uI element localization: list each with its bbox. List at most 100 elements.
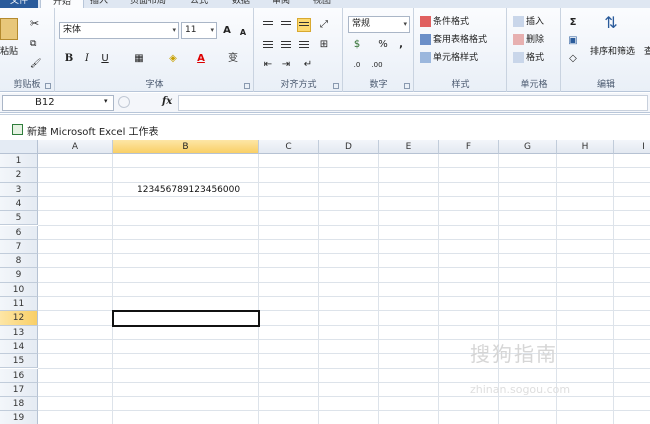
cut-icon[interactable]: ✂ xyxy=(30,16,39,32)
tab-home[interactable]: 开始 xyxy=(40,0,84,8)
column-header-f[interactable]: F xyxy=(439,140,499,154)
row-header-13[interactable]: 13 xyxy=(0,325,38,340)
cell-b3[interactable]: 123456789123456000 xyxy=(137,185,240,195)
align-bottom-icon[interactable] xyxy=(297,18,311,32)
copy-icon[interactable]: ⧉ xyxy=(30,36,36,52)
align-center-icon[interactable] xyxy=(279,38,293,52)
row-header-3[interactable]: 3 xyxy=(0,182,38,197)
decrease-indent-icon[interactable]: ⇤ xyxy=(261,58,275,72)
increase-indent-icon[interactable]: ⇥ xyxy=(279,58,293,72)
align-right-icon[interactable] xyxy=(297,38,311,52)
font-color-icon[interactable]: A xyxy=(194,52,208,66)
formula-bar: B12 ▾ fx xyxy=(0,93,650,113)
row-header-4[interactable]: 4 xyxy=(0,196,38,212)
font-name-select[interactable]: 宋体 ▾ xyxy=(59,22,179,39)
fill-icon[interactable]: ▣ xyxy=(566,34,580,48)
sort-filter-icon[interactable]: ⇅ xyxy=(600,15,622,38)
italic-button[interactable]: I xyxy=(80,52,94,66)
tab-page-layout[interactable]: 页面布局 xyxy=(130,0,166,8)
column-header-g[interactable]: G xyxy=(499,140,557,154)
column-header-i[interactable]: I xyxy=(614,140,650,154)
row-header-2[interactable]: 2 xyxy=(0,168,38,183)
row-header-16[interactable]: 16 xyxy=(0,368,38,383)
column-header-a[interactable]: A xyxy=(38,140,113,154)
alignment-launcher-icon[interactable] xyxy=(333,83,339,89)
row-header-12[interactable]: 12 xyxy=(0,311,38,326)
row-header-1[interactable]: 1 xyxy=(0,154,38,169)
gridline-horizontal xyxy=(38,181,650,183)
row-header-6[interactable]: 6 xyxy=(0,225,38,240)
increase-decimal-icon[interactable]: .0 xyxy=(350,58,364,72)
orientation-icon[interactable]: ⤢ xyxy=(317,18,331,32)
grow-font-button[interactable]: A xyxy=(220,24,234,38)
select-all-corner[interactable] xyxy=(0,140,38,154)
comma-button[interactable]: , xyxy=(394,38,408,52)
row-header-19[interactable]: 19 xyxy=(0,411,38,424)
row-header-10[interactable]: 10 xyxy=(0,282,38,297)
paste-button[interactable]: 粘贴 xyxy=(0,44,18,60)
sort-filter-button[interactable]: 排序和筛选 xyxy=(590,44,635,60)
bold-button[interactable]: B xyxy=(62,52,76,66)
align-middle-icon[interactable] xyxy=(279,18,293,32)
align-top-icon[interactable] xyxy=(261,18,275,32)
formula-input[interactable] xyxy=(178,95,648,111)
insert-cells-button[interactable]: 插入 xyxy=(513,14,544,30)
percent-button[interactable]: % xyxy=(376,38,390,52)
row-header-9[interactable]: 9 xyxy=(0,268,38,283)
row-header-14[interactable]: 14 xyxy=(0,339,38,355)
cell-styles-icon xyxy=(420,52,431,63)
row-header-18[interactable]: 18 xyxy=(0,397,38,412)
number-format-select[interactable]: 常规 ▾ xyxy=(348,16,410,33)
column-header-d[interactable]: D xyxy=(319,140,379,154)
number-launcher-icon[interactable] xyxy=(404,83,410,89)
font-launcher-icon[interactable] xyxy=(244,83,250,89)
align-left-icon[interactable] xyxy=(261,38,275,52)
shrink-font-button[interactable]: A xyxy=(236,26,250,40)
cancel-icon[interactable] xyxy=(118,96,130,108)
font-size-select[interactable]: 11 ▾ xyxy=(181,22,217,39)
tab-insert[interactable]: 插入 xyxy=(90,0,108,8)
row-header-7[interactable]: 7 xyxy=(0,239,38,255)
styles-group: 条件格式 套用表格格式 单元格样式 样式 xyxy=(415,8,507,92)
phonetic-button[interactable]: 变 xyxy=(226,52,240,66)
ribbon: 粘贴 ✂ ⧉ 🖌 剪贴板 宋体 ▾ 11 ▾ A A B I U ▦ ◈ A 变 字… xyxy=(0,8,650,92)
active-cell-selection[interactable] xyxy=(112,310,260,327)
format-painter-icon[interactable]: 🖌 xyxy=(30,56,41,72)
row-header-17[interactable]: 17 xyxy=(0,382,38,398)
tab-formulas[interactable]: 公式 xyxy=(190,0,208,8)
format-cells-button[interactable]: 格式 xyxy=(513,50,544,66)
row-header-11[interactable]: 11 xyxy=(0,297,38,312)
clipboard-launcher-icon[interactable] xyxy=(45,83,51,89)
insert-cells-label: 插入 xyxy=(526,17,545,27)
row-header-5[interactable]: 5 xyxy=(0,211,38,226)
wrap-text-icon[interactable]: ↵ xyxy=(301,58,315,72)
column-header-c[interactable]: C xyxy=(259,140,319,154)
tab-file[interactable]: 文件 xyxy=(0,0,38,8)
tab-data[interactable]: 数据 xyxy=(232,0,250,8)
font-group: 宋体 ▾ 11 ▾ A A B I U ▦ ◈ A 变 字体 xyxy=(56,8,254,92)
column-header-e[interactable]: E xyxy=(379,140,439,154)
decrease-decimal-icon[interactable]: .00 xyxy=(370,58,384,72)
underline-button[interactable]: U xyxy=(98,52,112,66)
column-header-b[interactable]: B xyxy=(113,140,259,154)
autosum-button[interactable]: Σ xyxy=(566,16,580,30)
find-select-button[interactable]: 查 xyxy=(644,44,650,60)
tab-review[interactable]: 审阅 xyxy=(272,0,290,8)
cell-styles-button[interactable]: 单元格样式 xyxy=(420,50,478,66)
border-icon[interactable]: ▦ xyxy=(132,52,146,66)
fill-color-icon[interactable]: ◈ xyxy=(166,52,180,66)
insert-function-button[interactable]: fx xyxy=(162,96,172,107)
chevron-down-icon[interactable]: ▾ xyxy=(104,97,108,105)
conditional-format-button[interactable]: 条件格式 xyxy=(420,14,469,30)
format-as-table-button[interactable]: 套用表格格式 xyxy=(420,32,487,48)
merge-center-icon[interactable]: ⊞ xyxy=(317,38,331,52)
tab-view[interactable]: 视图 xyxy=(313,0,331,8)
row-header-15[interactable]: 15 xyxy=(0,354,38,369)
paste-icon[interactable] xyxy=(0,18,18,40)
delete-cells-button[interactable]: 删除 xyxy=(513,32,544,48)
column-header-h[interactable]: H xyxy=(557,140,614,154)
clear-icon[interactable]: ◇ xyxy=(566,52,580,66)
row-header-8[interactable]: 8 xyxy=(0,254,38,269)
currency-icon[interactable]: $ xyxy=(350,38,364,52)
name-box[interactable]: B12 xyxy=(2,95,114,111)
